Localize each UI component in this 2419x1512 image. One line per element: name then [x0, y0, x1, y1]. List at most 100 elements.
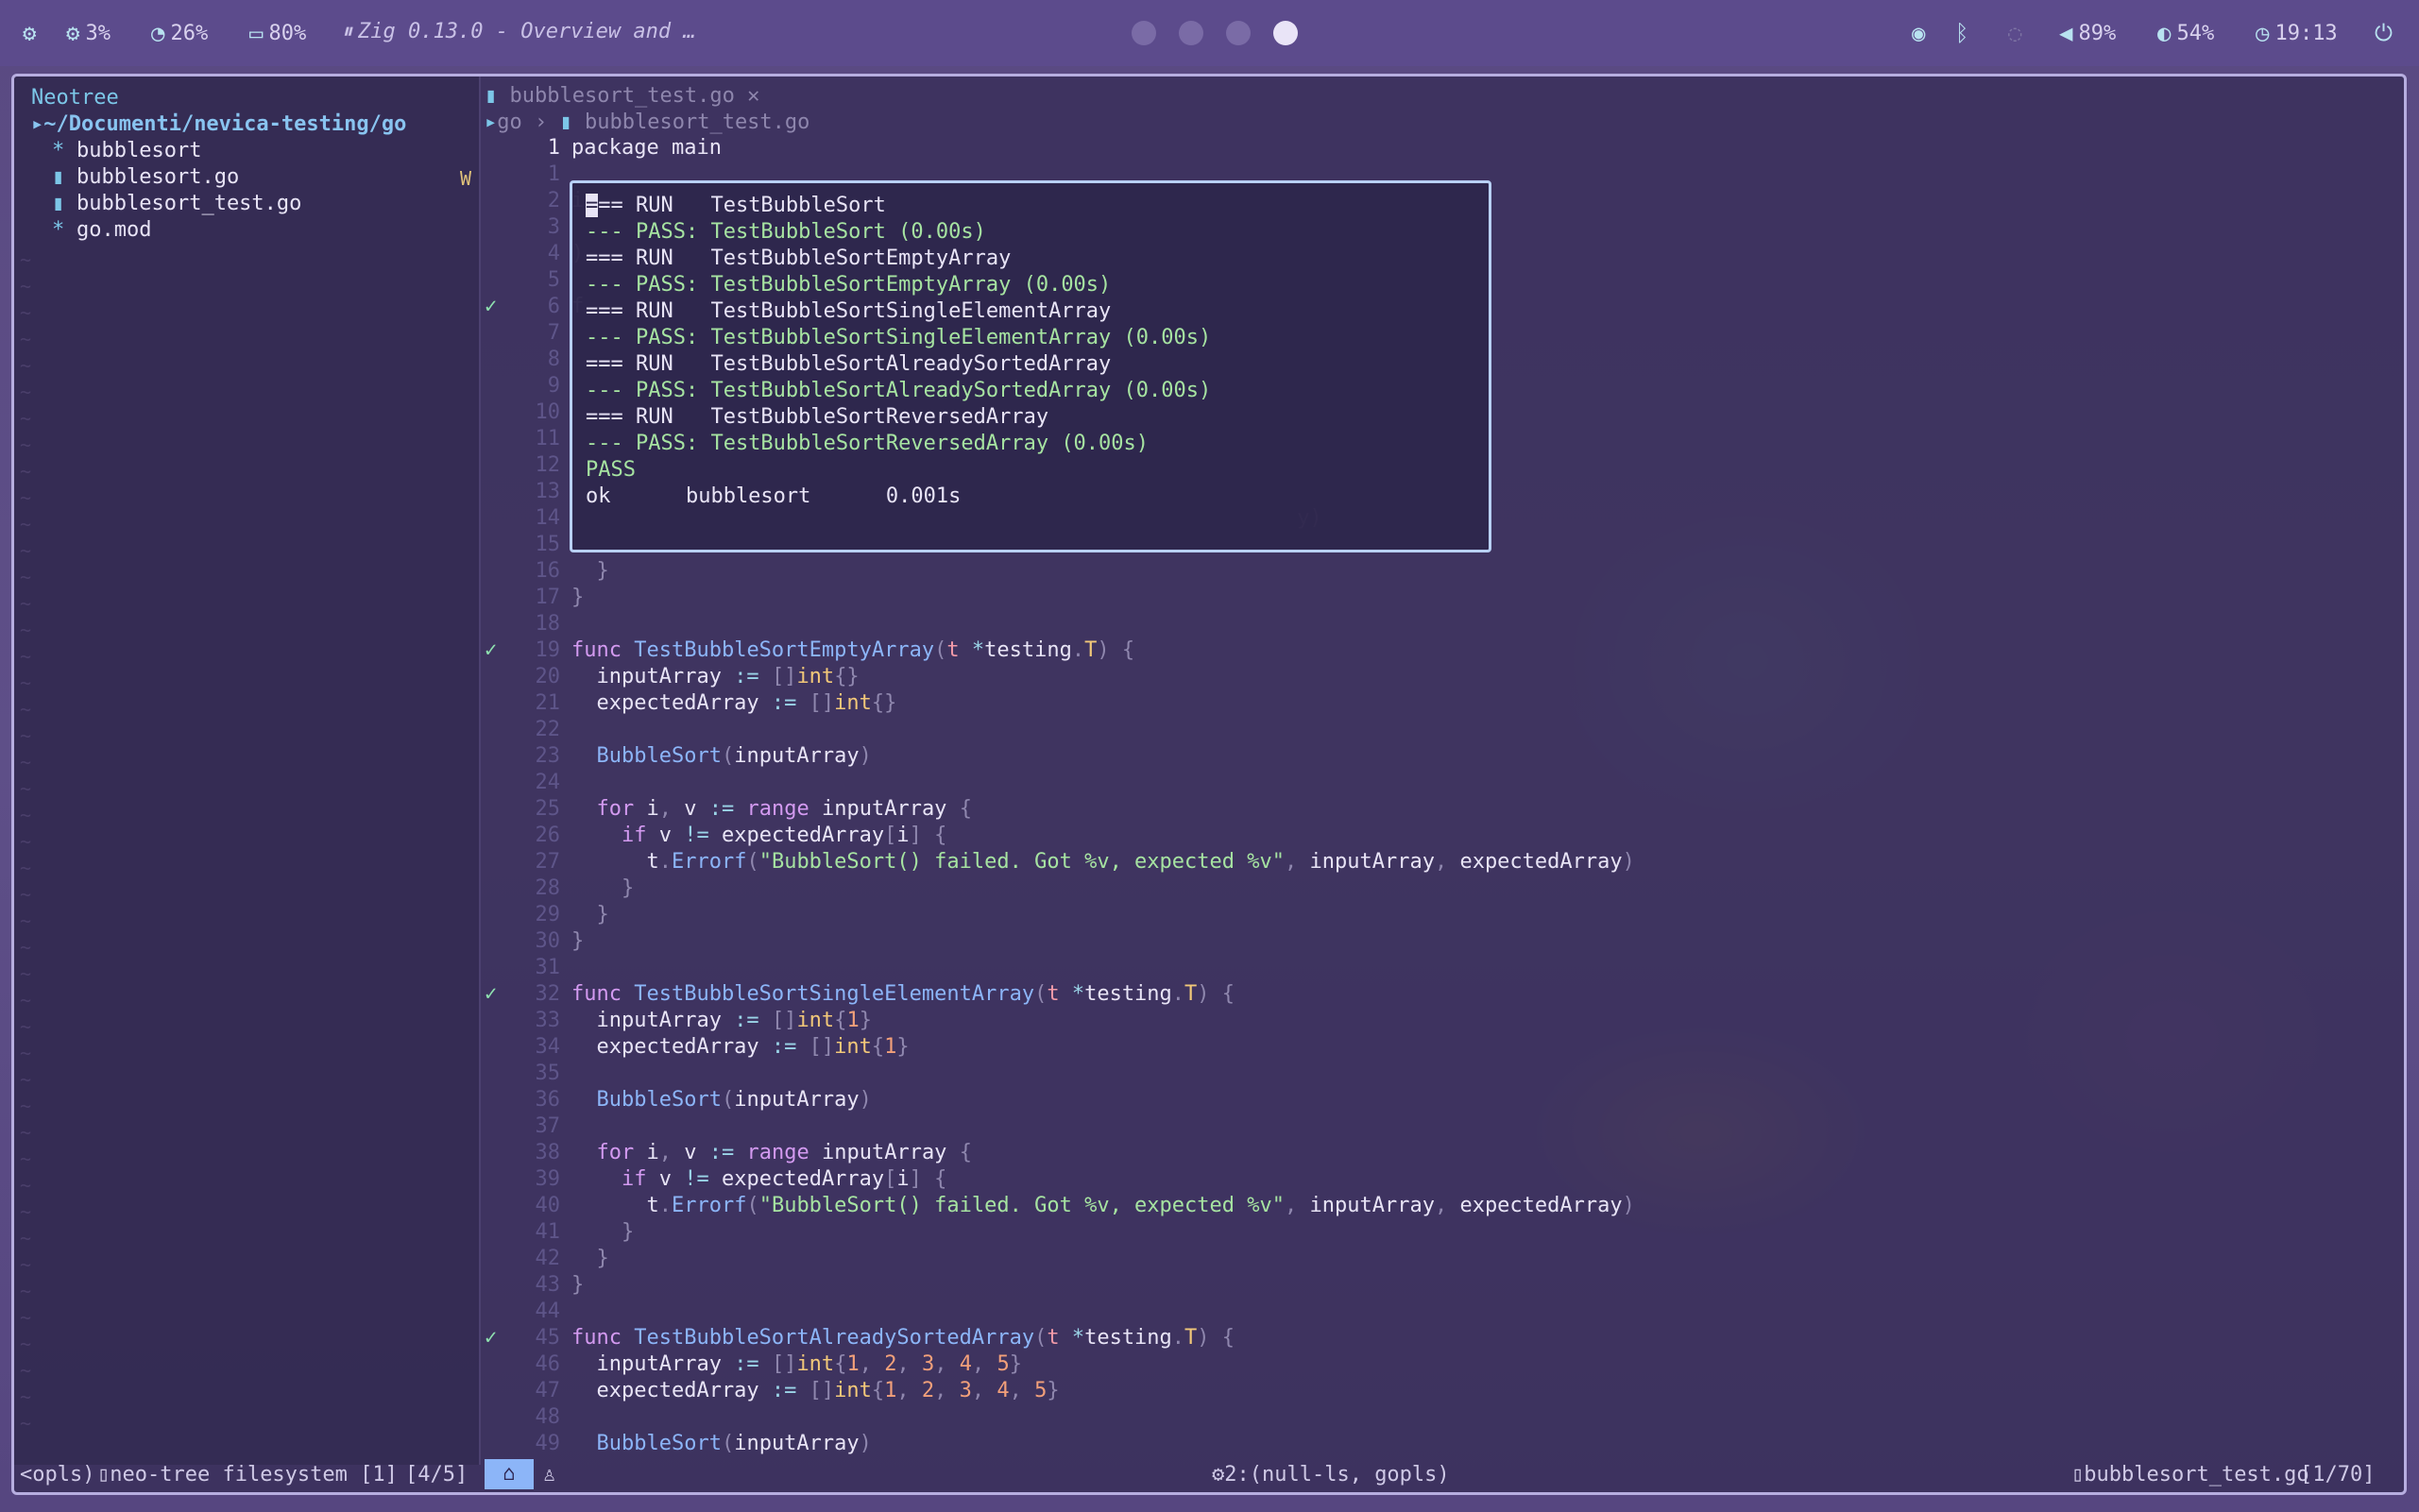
lsp-status[interactable]: ⚙2:(null-ls, gopls) — [1212, 1463, 1450, 1487]
code-line[interactable]: 28 } — [485, 875, 2374, 902]
close-tab-icon[interactable]: ✕ — [747, 84, 759, 108]
power-icon[interactable]: ⏻ — [2375, 20, 2393, 46]
privacy-icon[interactable]: ◌ — [2008, 20, 2021, 46]
code-line[interactable]: 38 for i, v := range inputArray { — [485, 1140, 2374, 1166]
code-line[interactable]: 36 BubbleSort(inputArray) — [485, 1087, 2374, 1113]
code-line[interactable]: 25 for i, v := range inputArray { — [485, 796, 2374, 823]
test-output-line: --- PASS: TestBubbleSortReversedArray (0… — [586, 432, 1150, 455]
code-line[interactable]: ✓ 32 func TestBubbleSortSingleElementArray… — [485, 981, 2374, 1008]
code-line[interactable]: ✓ 19 func TestBubbleSortEmptyArray(t *test… — [485, 637, 2374, 664]
empty-line-marker: ~ — [20, 354, 32, 377]
code-line[interactable]: 46 inputArray := []int{1, 2, 3, 4, 5} — [485, 1351, 2374, 1378]
code-line[interactable]: 31 — [485, 955, 2374, 981]
go-file-icon: ▮ — [52, 165, 65, 189]
pause-icon: ⏸ — [342, 20, 353, 43]
workspace-1[interactable] — [1132, 21, 1156, 45]
code-line[interactable]: 26 if v != expectedArray[i] { — [485, 823, 2374, 849]
battery-indicator[interactable]: ▭ 80% — [249, 20, 306, 46]
cpu-icon: ⚙ — [66, 20, 80, 46]
test-output-summary: PASS — [586, 458, 636, 482]
buffer-tab[interactable]: ▮ bubblesort_test.go ✕ — [485, 84, 759, 108]
brightness-indicator[interactable]: ◐ 54% — [2157, 20, 2214, 46]
code-line[interactable]: 49 BubbleSort(inputArray) — [485, 1431, 2374, 1457]
status-line: <opls) ▯neo-tree filesystem [1] [4/5] ⌂ … — [14, 1455, 2404, 1492]
bluetooth-icon[interactable]: ᛒ — [1955, 20, 1968, 46]
empty-line-marker: ~ — [20, 1385, 32, 1408]
code-line[interactable]: 39 if v != expectedArray[i] { — [485, 1166, 2374, 1193]
empty-line-marker: ~ — [20, 1359, 32, 1382]
code-line[interactable]: 22 — [485, 717, 2374, 743]
code-line[interactable]: 17} — [485, 585, 2374, 611]
empty-line-marker: ~ — [20, 724, 32, 747]
settings-icon[interactable]: ⚙ — [23, 20, 36, 46]
code-line[interactable]: 23 BubbleSort(inputArray) — [485, 743, 2374, 770]
code-line[interactable]: ✓ 45 func TestBubbleSortAlreadySortedArray… — [485, 1325, 2374, 1351]
code-line[interactable]: 35 — [485, 1061, 2374, 1087]
test-output-float[interactable]: === RUN TestBubbleSort --- PASS: TestBub… — [570, 180, 1491, 552]
workspace-4[interactable] — [1273, 21, 1298, 45]
neotree-position: [4/5] — [405, 1463, 468, 1487]
active-window-title[interactable]: ⏸ Zig 0.13.0 - Overview and … — [342, 20, 696, 43]
code-line[interactable]: 42 } — [485, 1246, 2374, 1272]
brightness-icon: ◐ — [2157, 20, 2172, 46]
empty-line-marker: ~ — [20, 804, 32, 826]
cpu-indicator[interactable]: ⚙ 3% — [66, 20, 111, 46]
memory-indicator[interactable]: ◔ 26% — [151, 20, 208, 46]
code-line[interactable]: 48 — [485, 1404, 2374, 1431]
code-line[interactable]: 24 — [485, 770, 2374, 796]
home-icon[interactable]: ⌂ — [485, 1459, 534, 1489]
empty-line-marker: ~ — [20, 513, 32, 535]
code-line[interactable]: 16 } — [485, 558, 2374, 585]
code-line[interactable]: 44 — [485, 1299, 2374, 1325]
tree-item-bubblesort-test-go[interactable]: ▮ bubblesort_test.go — [52, 192, 301, 215]
file-icon: ▯ — [97, 1463, 111, 1487]
neotree-status: ▯neo-tree filesystem [1] — [97, 1463, 398, 1487]
empty-line-marker: ~ — [20, 433, 32, 456]
test-output-line: === RUN TestBubbleSortReversedArray — [586, 405, 1049, 429]
file-icon: ▯ — [2071, 1463, 2085, 1487]
gears-icon: ⚙ — [1212, 1463, 1225, 1487]
workspace-2[interactable] — [1179, 21, 1203, 45]
code-line[interactable]: 43} — [485, 1272, 2374, 1299]
wifi-icon[interactable]: ◉ — [1912, 20, 1925, 46]
code-line[interactable]: 34 expectedArray := []int{1} — [485, 1034, 2374, 1061]
workspace-3[interactable] — [1226, 21, 1251, 45]
check-icon: ✓ — [485, 982, 498, 1006]
tree-item-go-mod[interactable]: * go.mod — [52, 218, 151, 242]
tree-item-bubblesort[interactable]: * bubblesort — [52, 139, 201, 162]
git-modified-flag: W — [460, 167, 472, 190]
empty-line-marker: ~ — [20, 1095, 32, 1117]
clock[interactable]: ◷ 19:13 — [2256, 20, 2338, 46]
speaker-icon: ◀ — [2059, 20, 2073, 46]
test-output-line: --- PASS: TestBubbleSort (0.00s) — [586, 220, 986, 244]
code-line[interactable]: 18 — [485, 611, 2374, 637]
code-line[interactable]: 37 — [485, 1113, 2374, 1140]
breadcrumb: ▸go › ▮ bubblesort_test.go — [485, 110, 810, 134]
neotree-panel[interactable]: Neotree ▸~/Documenti/nevica-testing/go *… — [14, 76, 481, 1465]
terminal-window[interactable]: Neotree ▸~/Documenti/nevica-testing/go *… — [11, 74, 2407, 1495]
code-line[interactable]: 27 t.Errorf("BubbleSort() failed. Got %v… — [485, 849, 2374, 875]
empty-line-marker: ~ — [20, 1253, 32, 1276]
empty-line-marker: ~ — [20, 751, 32, 773]
code-line[interactable]: 29 } — [485, 902, 2374, 928]
empty-line-marker: ~ — [20, 381, 32, 403]
empty-line-marker: ~ — [20, 1121, 32, 1144]
empty-line-marker: ~ — [20, 1306, 32, 1329]
check-icon: ✓ — [485, 295, 498, 318]
tree-item-bubblesort-go[interactable]: ▮ bubblesort.go — [52, 165, 239, 189]
top-panel: ⚙ ⚙ 3% ◔ 26% ▭ 80% ⏸ Zig 0.13.0 - Overview a… — [0, 0, 2419, 66]
code-line[interactable]: 40 t.Errorf("BubbleSort() failed. Got %v… — [485, 1193, 2374, 1219]
code-line[interactable]: 1 package main — [485, 135, 2374, 161]
code-line[interactable]: 20 inputArray := []int{} — [485, 664, 2374, 690]
file-status: ▯bubblesort_test.go — [2071, 1463, 2309, 1487]
neotree-root-folder[interactable]: ▸~/Documenti/nevica-testing/go — [31, 112, 406, 136]
code-line[interactable]: 41 } — [485, 1219, 2374, 1246]
empty-line-marker: ~ — [20, 1333, 32, 1355]
text-cursor: = — [586, 194, 599, 217]
code-line[interactable]: 30} — [485, 928, 2374, 955]
code-line[interactable]: 21 expectedArray := []int{} — [485, 690, 2374, 717]
test-output-line: --- PASS: TestBubbleSortAlreadySortedArr… — [586, 379, 1212, 402]
volume-indicator[interactable]: ◀ 89% — [2059, 20, 2116, 46]
code-line[interactable]: 47 expectedArray := []int{1, 2, 3, 4, 5} — [485, 1378, 2374, 1404]
code-line[interactable]: 33 inputArray := []int{1} — [485, 1008, 2374, 1034]
